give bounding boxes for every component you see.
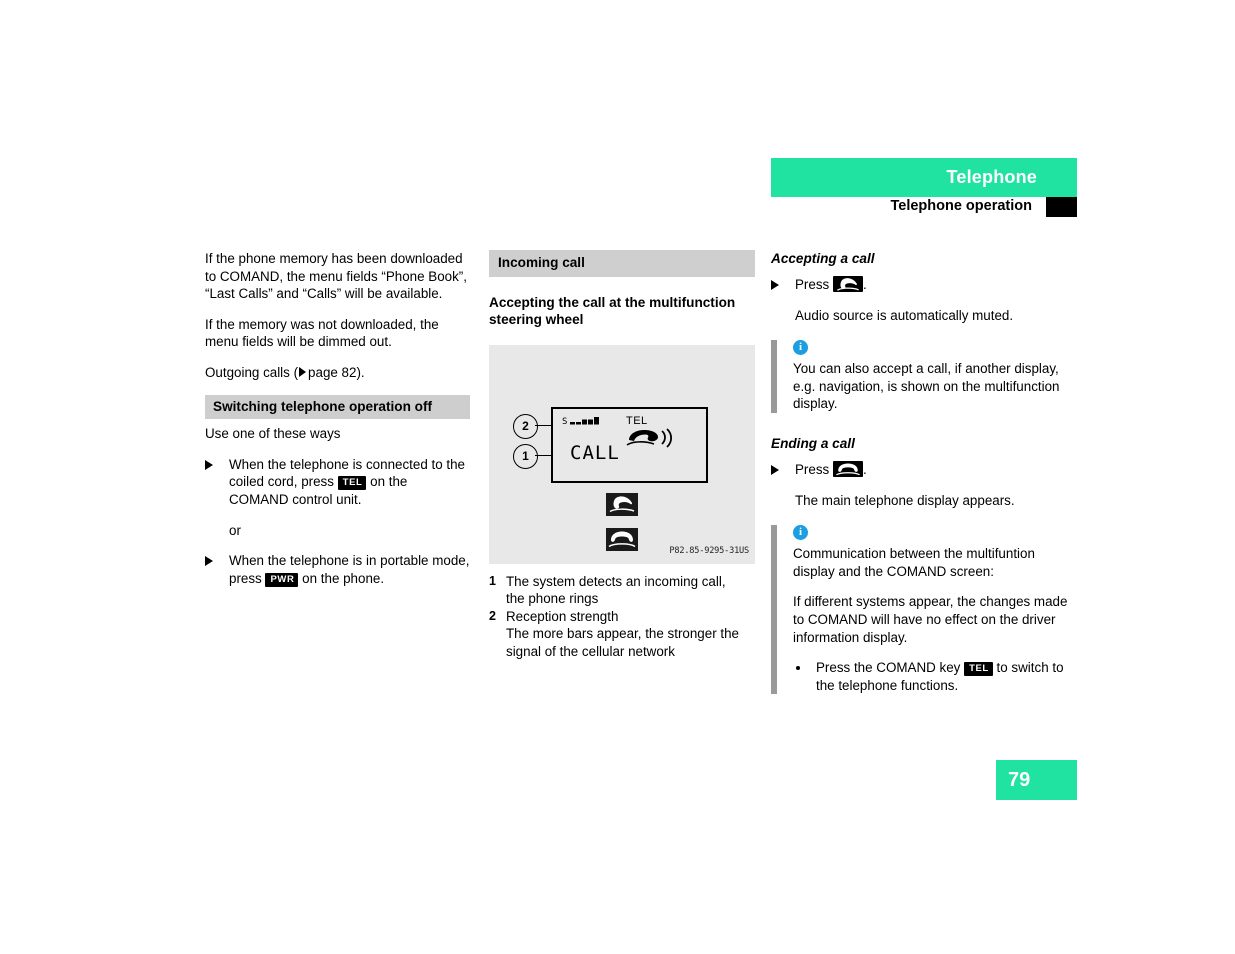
note-paragraph-different-systems: If different systems appear, the changes…	[793, 594, 1068, 645]
page-title: Telephone	[946, 167, 1037, 187]
paragraph-use-one-of-these-ways: Use one of these ways	[205, 426, 341, 442]
mfd-status-text: CALL	[570, 441, 620, 464]
heading-ending-a-call: Ending a call	[771, 435, 855, 451]
right-column: Accepting a call Press . Audio source is…	[771, 250, 1077, 708]
header-subtitle-row: Telephone operation	[771, 197, 1077, 219]
accept-call-icon	[609, 496, 635, 512]
section-heading-switching-off: Switching telephone operation off	[205, 394, 470, 420]
note-paragraph-communication: Communication between the multifuntion d…	[793, 546, 1035, 579]
page-ref-suffix: ).	[356, 364, 365, 380]
info-icon: i	[793, 525, 808, 541]
mfd-screen: S TEL CALL	[551, 406, 708, 483]
legend-line: the phone rings	[506, 591, 599, 607]
note-bar	[771, 340, 777, 413]
step-coiled-cord: When the telephone is connected to the c…	[205, 456, 470, 509]
legend-line: Reception strength	[506, 608, 619, 624]
manual-page: Telephone Telephone operation If the pho…	[0, 0, 1235, 954]
legend-line: signal of the cellular network	[506, 643, 675, 659]
middle-column: Incoming call Accepting the call at the …	[489, 250, 755, 661]
tel-key-icon: TEL	[337, 476, 367, 491]
legend-item-2: 2 Reception strength The more bars appea…	[489, 608, 755, 661]
result-main-display: The main telephone display appears.	[795, 492, 1015, 508]
note-bar	[771, 525, 777, 695]
legend-item-1: 1 The system detects an incoming call, t…	[489, 573, 755, 608]
legend-number: 1	[489, 573, 496, 588]
result-audio-muted: Audio source is automatically muted.	[795, 307, 1014, 323]
left-column: If the phone memory has been downloaded …	[205, 250, 470, 600]
section-subtitle: Telephone operation	[890, 198, 1032, 214]
step-triangle-icon	[205, 556, 213, 567]
bullet-text-before: Press the COMAND key	[816, 660, 965, 676]
figure-legend: 1 The system detects an incoming call, t…	[489, 573, 755, 661]
press-suffix: .	[862, 461, 867, 477]
paragraph-outgoing-calls: Outgoing calls ( page 82).	[205, 364, 470, 382]
page-ref-label: page 82	[308, 364, 357, 380]
or-divider: or	[205, 522, 470, 540]
end-call-icon	[832, 460, 863, 477]
note-accept-other-display: i You can also accept a call, if another…	[771, 340, 1077, 413]
accept-call-button[interactable]	[606, 492, 638, 516]
paragraph-phone-memory: If the phone memory has been downloaded …	[205, 251, 467, 302]
or-text: or	[229, 522, 241, 538]
page-number: 79	[1008, 769, 1031, 791]
note-text: You can also accept a call, if another d…	[793, 361, 1060, 412]
chapter-tab-marker	[1046, 197, 1077, 217]
step-portable-mode: When the telephone is in portable mode, …	[205, 552, 470, 587]
header-accent-bar: Telephone	[771, 158, 1077, 197]
step-press-end: Press .	[771, 460, 1077, 479]
step-triangle-icon	[771, 464, 779, 475]
svg-text:S: S	[562, 417, 567, 427]
heading-accepting-a-call: Accepting a call	[771, 251, 875, 266]
signal-bars-icon: S	[562, 416, 599, 427]
section-heading-incoming-call: Incoming call	[489, 250, 755, 277]
tel-key-icon: TEL	[964, 662, 993, 677]
step-triangle-icon	[771, 280, 779, 290]
legend-line: The more bars appear, the stronger the	[506, 626, 739, 642]
subheading-accepting-at-wheel: Accepting the call at the multifunction …	[489, 294, 736, 328]
step-text-after: on the phone.	[298, 570, 385, 586]
press-suffix: .	[862, 277, 867, 292]
figure-multifunction-display: 2 1 S TEL CALL P82.85-9295-31US	[489, 344, 755, 564]
legend-number: 2	[489, 608, 496, 623]
step-press-accept: Press .	[771, 276, 1077, 294]
ringing-handset-icon	[625, 427, 677, 454]
step-triangle-icon	[205, 459, 213, 470]
press-label: Press	[795, 461, 830, 477]
bullet-dot-icon	[796, 666, 800, 671]
page-number-badge: 79	[996, 760, 1077, 800]
accept-call-icon	[832, 276, 863, 292]
legend-line: The system detects an incoming call,	[506, 573, 726, 589]
page-ref-prefix: Outgoing calls (	[205, 364, 299, 380]
note-communication-comand: i Communication between the multifuntion…	[771, 525, 1077, 695]
page-ref-triangle-icon	[299, 366, 307, 377]
end-call-button[interactable]	[606, 527, 638, 551]
note-bullet-press-comand-key: Press the COMAND key TEL to switch to th…	[793, 659, 1077, 694]
paragraph-memory-not-downloaded: If the memory was not downloaded, the me…	[205, 316, 439, 350]
figure-reference-code: P82.85-9295-31US	[669, 546, 749, 556]
end-call-icon	[608, 531, 636, 547]
signal-strength-indicator: S	[562, 415, 614, 435]
info-icon: i	[793, 340, 808, 356]
press-label: Press	[795, 277, 830, 292]
pwr-key-icon: PWR	[265, 572, 299, 587]
